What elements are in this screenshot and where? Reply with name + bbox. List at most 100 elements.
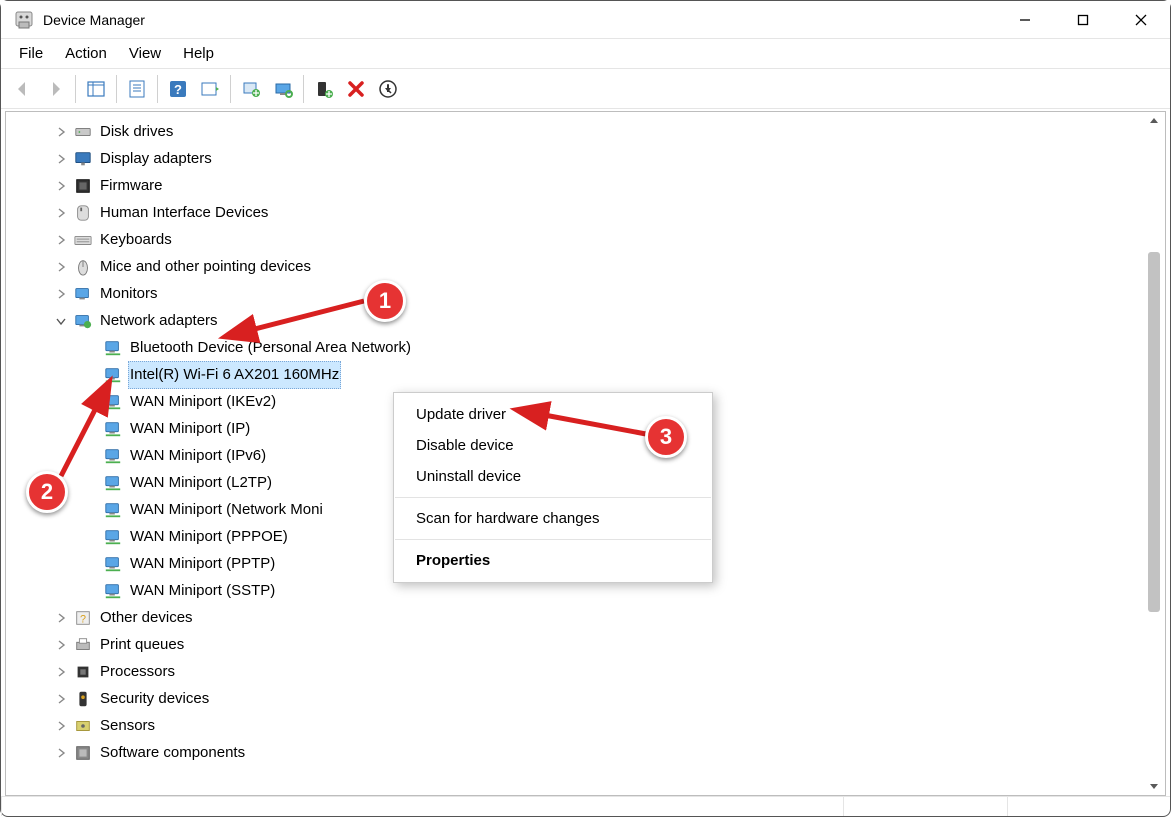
device-category-icon: [74, 717, 92, 735]
device-category-icon: [74, 312, 92, 330]
tree-category[interactable]: Monitors: [24, 280, 1165, 307]
network-adapter-icon: [104, 582, 122, 600]
expander-icon[interactable]: [54, 611, 68, 625]
network-adapter-icon: [104, 339, 122, 357]
enable-device-button[interactable]: [308, 73, 340, 105]
uninstall-device-button[interactable]: [340, 73, 372, 105]
network-adapter-icon: [104, 555, 122, 573]
tree-category-label: Disk drives: [98, 119, 175, 145]
tree-category[interactable]: Disk drives: [24, 118, 1165, 145]
expander-icon[interactable]: [54, 125, 68, 139]
tree-category[interactable]: Software components: [24, 739, 1165, 766]
tree-category[interactable]: Print queues: [24, 631, 1165, 658]
expander-icon[interactable]: [54, 287, 68, 301]
tree-category-label: Security devices: [98, 686, 211, 712]
expander-icon[interactable]: [54, 692, 68, 706]
tree-category-label: Monitors: [98, 281, 160, 307]
expander-icon[interactable]: [54, 638, 68, 652]
tree-device-label: WAN Miniport (Network Moni: [128, 497, 325, 523]
forward-button[interactable]: [39, 73, 71, 105]
device-category-icon: [74, 690, 92, 708]
device-category-icon: [74, 204, 92, 222]
update-driver-button[interactable]: [235, 73, 267, 105]
scroll-down-button[interactable]: [1145, 777, 1163, 795]
close-button[interactable]: [1112, 1, 1170, 39]
tree-device[interactable]: Bluetooth Device (Personal Area Network): [24, 334, 1165, 361]
tree-category[interactable]: ? Other devices: [24, 604, 1165, 631]
scan-hardware-button[interactable]: [267, 73, 299, 105]
device-category-icon: [74, 744, 92, 762]
statusbar: [1, 796, 1170, 816]
tree-category-label: Processors: [98, 659, 177, 685]
tree-device-label: WAN Miniport (SSTP): [128, 578, 277, 604]
device-category-icon: [74, 636, 92, 654]
expander-icon[interactable]: [54, 314, 68, 328]
expander-icon[interactable]: [54, 179, 68, 193]
tree-category[interactable]: Firmware: [24, 172, 1165, 199]
device-category-icon: [74, 231, 92, 249]
action-button[interactable]: [194, 73, 226, 105]
annotation-arrow-3: [531, 409, 651, 449]
titlebar: Device Manager: [1, 1, 1170, 39]
tree-category-label: Mice and other pointing devices: [98, 254, 313, 280]
tree-device-label: WAN Miniport (IKEv2): [128, 389, 278, 415]
tree-device-label: WAN Miniport (L2TP): [128, 470, 274, 496]
tree-category[interactable]: Processors: [24, 658, 1165, 685]
device-category-icon: [74, 285, 92, 303]
device-category-icon: [74, 663, 92, 681]
expander-icon[interactable]: [54, 665, 68, 679]
properties-button[interactable]: [121, 73, 153, 105]
annotation-marker-1: 1: [364, 280, 406, 322]
device-category-icon: [74, 258, 92, 276]
disable-device-button[interactable]: [372, 73, 404, 105]
menu-file[interactable]: File: [9, 41, 53, 66]
ctx-properties[interactable]: Properties: [394, 545, 712, 576]
tree-category[interactable]: Keyboards: [24, 226, 1165, 253]
menu-action[interactable]: Action: [55, 41, 117, 66]
tree-category-label: Firmware: [98, 173, 165, 199]
network-adapter-icon: [104, 528, 122, 546]
svg-text:?: ?: [80, 613, 86, 625]
tree-device-label: WAN Miniport (IPv6): [128, 443, 268, 469]
tree-category-label: Keyboards: [98, 227, 174, 253]
expander-icon[interactable]: [54, 746, 68, 760]
expander-icon[interactable]: [54, 152, 68, 166]
show-hide-console-tree-button[interactable]: [80, 73, 112, 105]
expander-icon[interactable]: [54, 206, 68, 220]
tree-device-label: Intel(R) Wi-Fi 6 AX201 160MHz: [128, 361, 341, 389]
tree-category[interactable]: Display adapters: [24, 145, 1165, 172]
annotation-arrow-1: [239, 301, 369, 346]
tree-category[interactable]: Human Interface Devices: [24, 199, 1165, 226]
tree-device-label: WAN Miniport (PPTP): [128, 551, 277, 577]
network-adapter-icon: [104, 366, 122, 384]
tree-category[interactable]: Mice and other pointing devices: [24, 253, 1165, 280]
ctx-scan-hardware[interactable]: Scan for hardware changes: [394, 503, 712, 534]
svg-text:?: ?: [174, 82, 182, 97]
device-category-icon: ?: [74, 609, 92, 627]
tree-category-label: Network adapters: [98, 308, 220, 334]
annotation-marker-2: 2: [26, 471, 68, 513]
tree-category[interactable]: Security devices: [24, 685, 1165, 712]
menu-view[interactable]: View: [119, 41, 171, 66]
scroll-up-button[interactable]: [1145, 112, 1163, 130]
scroll-thumb[interactable]: [1148, 252, 1160, 612]
maximize-button[interactable]: [1054, 1, 1112, 39]
tree-category[interactable]: Network adapters: [24, 307, 1165, 334]
tree-device[interactable]: Intel(R) Wi-Fi 6 AX201 160MHz: [24, 361, 1165, 388]
menu-help[interactable]: Help: [173, 41, 224, 66]
tree-category-label: Sensors: [98, 713, 157, 739]
ctx-uninstall-device[interactable]: Uninstall device: [394, 461, 712, 492]
device-category-icon: [74, 123, 92, 141]
expander-icon[interactable]: [54, 260, 68, 274]
expander-icon[interactable]: [54, 719, 68, 733]
back-button[interactable]: [7, 73, 39, 105]
annotation-marker-3: 3: [645, 416, 687, 458]
expander-icon[interactable]: [54, 233, 68, 247]
tree-category[interactable]: Sensors: [24, 712, 1165, 739]
vertical-scrollbar[interactable]: [1145, 112, 1163, 795]
tree-category-label: Software components: [98, 740, 247, 766]
help-button[interactable]: ?: [162, 73, 194, 105]
annotation-arrow-2: [59, 396, 119, 486]
tree-category-label: Other devices: [98, 605, 195, 631]
minimize-button[interactable]: [996, 1, 1054, 39]
